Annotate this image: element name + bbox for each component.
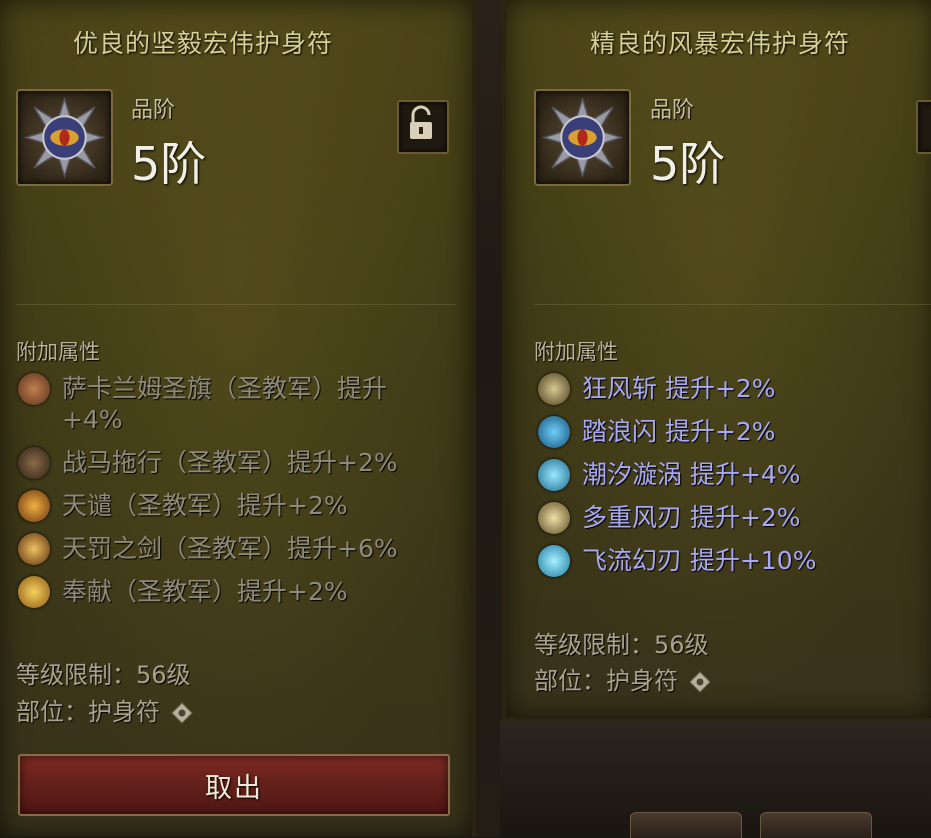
- amulet-slot-icon: [688, 671, 711, 693]
- item-tooltip-left: 优良的坚毅宏伟护身符 品阶 5阶 附加属性 萨卡兰姆圣旗（圣教军）提升 +4% …: [0, 0, 476, 837]
- divider: [16, 304, 456, 305]
- affix-row: 踏浪闪 提升+2%: [538, 416, 776, 448]
- amulet-slot-icon: [170, 702, 193, 724]
- item-slot-text: 部位：护身符: [534, 667, 678, 695]
- banner-icon: [18, 373, 50, 405]
- lock-button[interactable]: [397, 100, 449, 154]
- affix-text: 萨卡兰姆圣旗（圣教军）提升: [62, 374, 388, 403]
- affix-row: 奉献（圣教军）提升+2%: [18, 576, 348, 608]
- affix-row: 天罚之剑（圣教军）提升+6%: [18, 533, 398, 565]
- affix-row: 多重风刃 提升+2%: [538, 502, 801, 534]
- bottom-tab-button-2[interactable]: [760, 812, 872, 838]
- item-icon-frame: [534, 89, 631, 186]
- grade-label: 品阶: [650, 98, 695, 123]
- affix-text: 多重风刃 提升+2%: [582, 503, 801, 532]
- affix-text: 踏浪闪 提升+2%: [582, 417, 776, 446]
- affix-row: 萨卡兰姆圣旗（圣教军）提升 +4%: [18, 373, 458, 435]
- unlock-icon: [410, 105, 432, 139]
- item-slot: 部位：护身符: [534, 661, 712, 696]
- affix-text: 天罚之剑（圣教军）提升+6%: [62, 534, 398, 563]
- item-slot-text: 部位：护身符: [16, 698, 160, 726]
- affix-text: 潮汐漩涡 提升+4%: [582, 460, 801, 489]
- affix-row: 狂风斩 提升+2%: [538, 373, 776, 405]
- grade-value: 5阶: [131, 137, 207, 191]
- level-requirement: 等级限制：56级: [16, 661, 191, 689]
- condemn-icon: [18, 490, 50, 522]
- wind-slash-icon: [538, 373, 570, 405]
- grade-label: 品阶: [131, 98, 176, 123]
- lock-button[interactable]: [916, 100, 931, 154]
- affix-row: 战马拖行（圣教军）提升+2%: [18, 447, 398, 479]
- consecration-icon: [18, 576, 50, 608]
- item-icon-frame: [16, 89, 113, 186]
- amulet-gem-icon: [542, 97, 623, 178]
- steed-icon: [18, 447, 50, 479]
- wave-step-icon: [538, 416, 570, 448]
- bottom-tab-button[interactable]: [630, 812, 742, 838]
- affix-section-label: 附加属性: [16, 340, 100, 364]
- item-tooltip-right: 精良的风暴宏伟护身符 品阶 5阶 附加属性 狂风斩 提升+2% 踏浪闪 提升+2…: [502, 0, 931, 722]
- affix-row: 潮汐漩涡 提升+4%: [538, 459, 801, 491]
- affix-text-continued: +4%: [62, 405, 123, 434]
- item-title: 优良的坚毅宏伟护身符: [73, 29, 334, 58]
- affix-text: 奉献（圣教军）提升+2%: [62, 577, 348, 606]
- grade-value: 5阶: [650, 137, 726, 191]
- flowing-blade-icon: [538, 545, 570, 577]
- affix-row: 天谴（圣教军）提升+2%: [18, 490, 348, 522]
- affix-text: 狂风斩 提升+2%: [582, 374, 776, 403]
- wind-blades-icon: [538, 502, 570, 534]
- tidal-vortex-icon: [538, 459, 570, 491]
- item-title: 精良的风暴宏伟护身符: [590, 29, 851, 58]
- divider: [534, 304, 931, 305]
- affix-section-label: 附加属性: [534, 340, 618, 364]
- affix-text: 战马拖行（圣教军）提升+2%: [62, 448, 398, 477]
- affix-text: 天谴（圣教军）提升+2%: [62, 491, 348, 520]
- level-requirement: 等级限制：56级: [534, 631, 709, 659]
- item-slot: 部位：护身符: [16, 692, 194, 727]
- affix-text: 飞流幻刃 提升+10%: [582, 546, 817, 575]
- sword-icon: [18, 533, 50, 565]
- affix-row: 飞流幻刃 提升+10%: [538, 545, 816, 577]
- amulet-gem-icon: [24, 97, 105, 178]
- take-out-button[interactable]: 取出: [18, 754, 450, 816]
